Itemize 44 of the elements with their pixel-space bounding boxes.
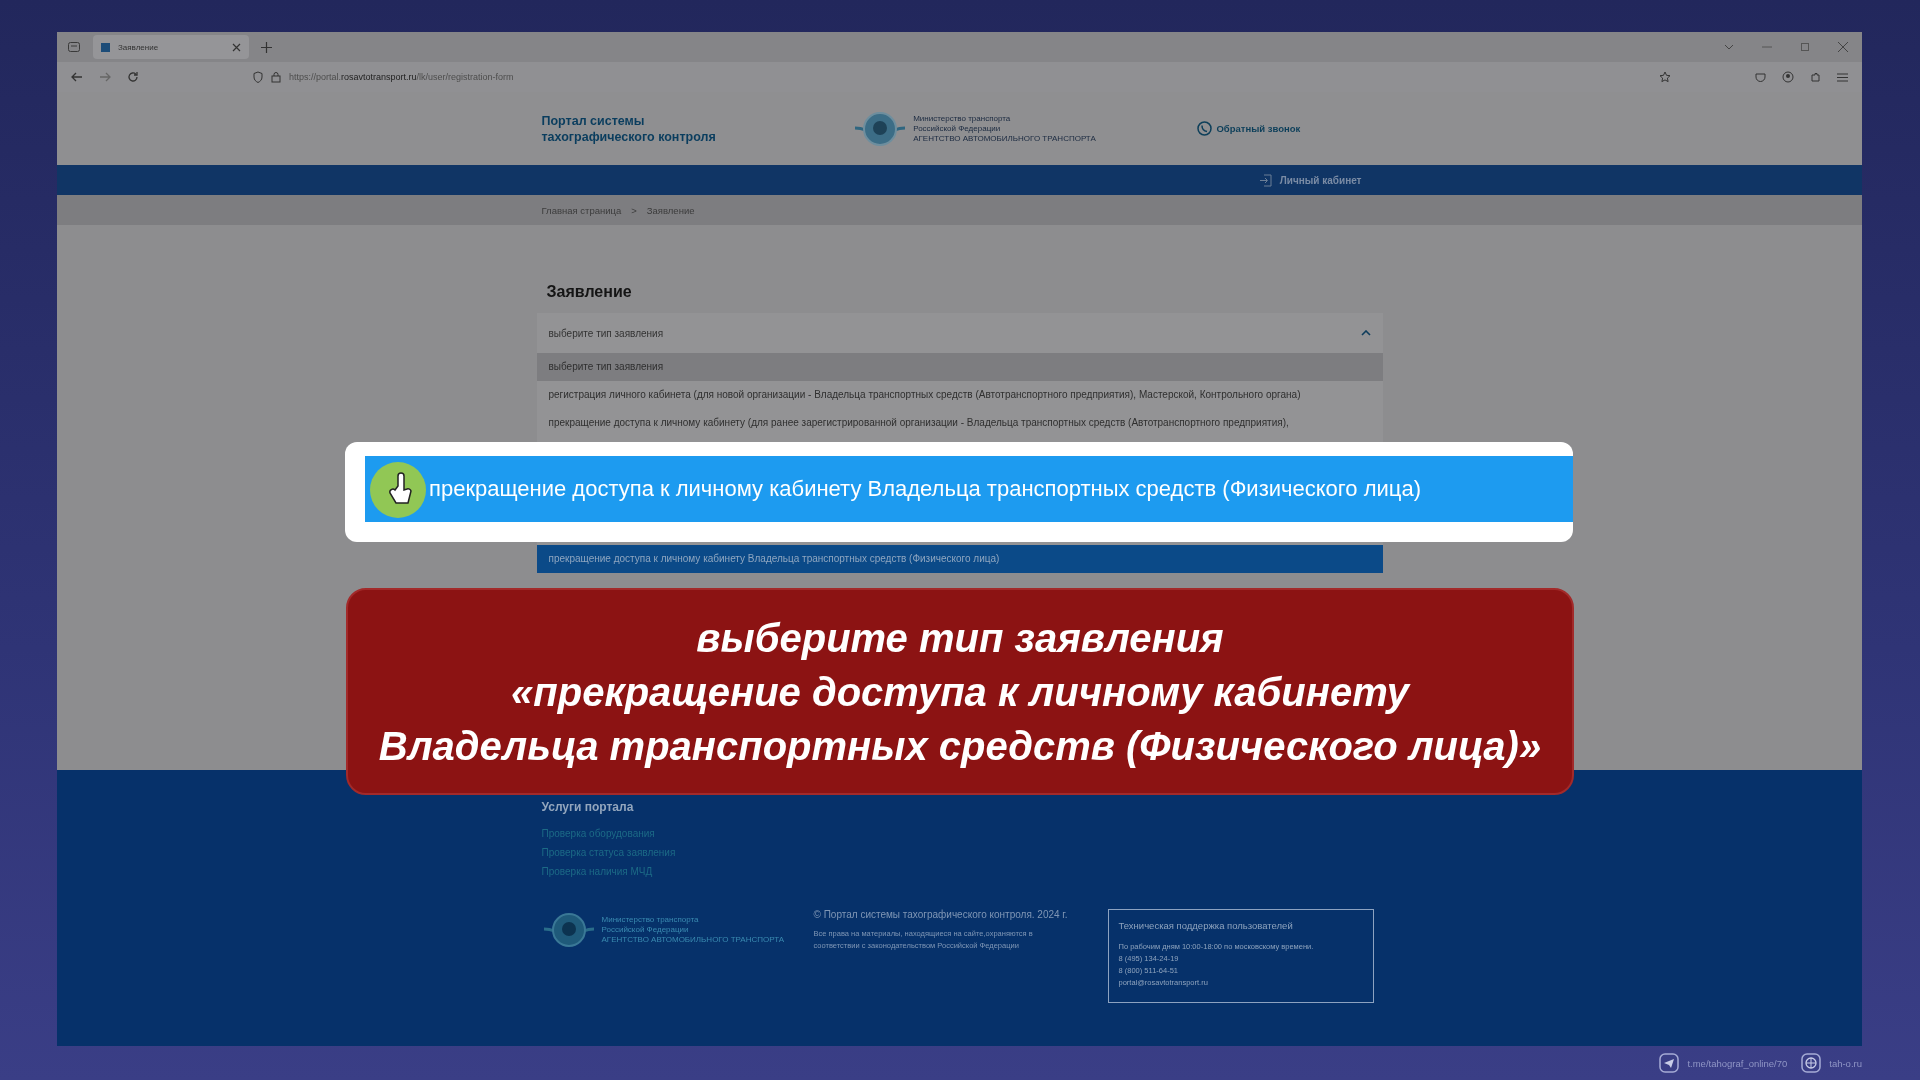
close-icon[interactable] — [232, 42, 241, 52]
services-title: Услуги портала — [541, 800, 635, 814]
browser-tab[interactable]: Заявление — [93, 35, 249, 59]
select-option[interactable]: выберите тип заявления — [536, 353, 1383, 381]
login-icon — [1258, 173, 1272, 187]
shield-icon — [253, 71, 263, 83]
caption-line: Владельца транспортных средств (Физического лица)» — [378, 722, 1542, 770]
channel-link[interactable]: t.me/tahograf_online/70 — [1687, 1057, 1788, 1069]
form-heading: Заявление — [545, 283, 633, 301]
select-option[interactable]: прекращение доступа к личному кабинету Владельца транспортных средств (Физического лица) — [536, 545, 1383, 573]
highlighted-option: прекращение доступа к личному кабинету Владельца транспортных средств (Физического лица) — [365, 456, 1573, 522]
tab-overview-icon[interactable] — [67, 40, 81, 54]
reload-icon[interactable] — [127, 71, 139, 83]
globe-icon[interactable] — [1801, 1053, 1822, 1073]
chevron-icon — [1360, 330, 1371, 336]
type-select[interactable]: выберите тип заявления — [536, 313, 1383, 353]
tab-list-icon[interactable] — [1724, 44, 1734, 50]
lock-icon — [271, 71, 281, 83]
phone-icon — [1197, 121, 1213, 136]
close-icon[interactable] — [1838, 42, 1848, 52]
select-option[interactable]: регистрация личного кабинета (для новой организации - Владельца транспортных средств (Автотранспортного предприятия), Мастерской, Контрольного органа) — [536, 381, 1383, 409]
callback-link[interactable]: Обратный звонок — [1197, 121, 1378, 136]
breadcrumb-item: Заявление — [646, 204, 695, 216]
copyright-text: © Портал системы тахографического контроля. 2024 г. — [813, 909, 1069, 920]
portal-title[interactable]: Портал системы тахографического контроля — [541, 112, 792, 145]
new-tab-icon[interactable] — [261, 41, 272, 53]
star-icon[interactable] — [1659, 71, 1671, 83]
select-option[interactable]: прекращение доступа к личному кабинету (для ранее зарегистрированной организации - Владельца транспортных средств (Автотранспортного предприятия), — [536, 409, 1383, 437]
caption-line: выберите тип заявления — [696, 614, 1224, 662]
account-icon[interactable] — [1782, 71, 1794, 83]
breadcrumb-item[interactable]: Главная страница — [541, 204, 622, 216]
pocket-icon[interactable] — [1755, 71, 1766, 83]
support-title: Техническая поддержка пользователей — [1118, 920, 1293, 931]
menu-icon[interactable] — [1837, 72, 1848, 82]
agency-name: Министерство транспорта Российской Федерации АГЕНТСТВО АВТОМОБИЛЬНОГО ТРАНСПОРТА — [913, 113, 1096, 144]
restore-icon[interactable] — [1800, 42, 1810, 52]
back-icon[interactable] — [71, 72, 83, 82]
site-link[interactable]: tah-o.ru — [1829, 1057, 1862, 1069]
breadcrumb-separator: > — [631, 204, 637, 216]
extensions-icon[interactable] — [1810, 71, 1821, 83]
caption-line: «прекращение доступа к личному кабинету — [511, 668, 1409, 716]
account-link[interactable]: Личный кабинет — [1258, 173, 1362, 187]
agency-name: Министерство транспорта Российской Федерации АГЕНТСТВО АВТОМОБИЛЬНОГО ТРАНСПОРТА — [601, 915, 785, 945]
telegram-icon[interactable] — [1659, 1053, 1680, 1073]
